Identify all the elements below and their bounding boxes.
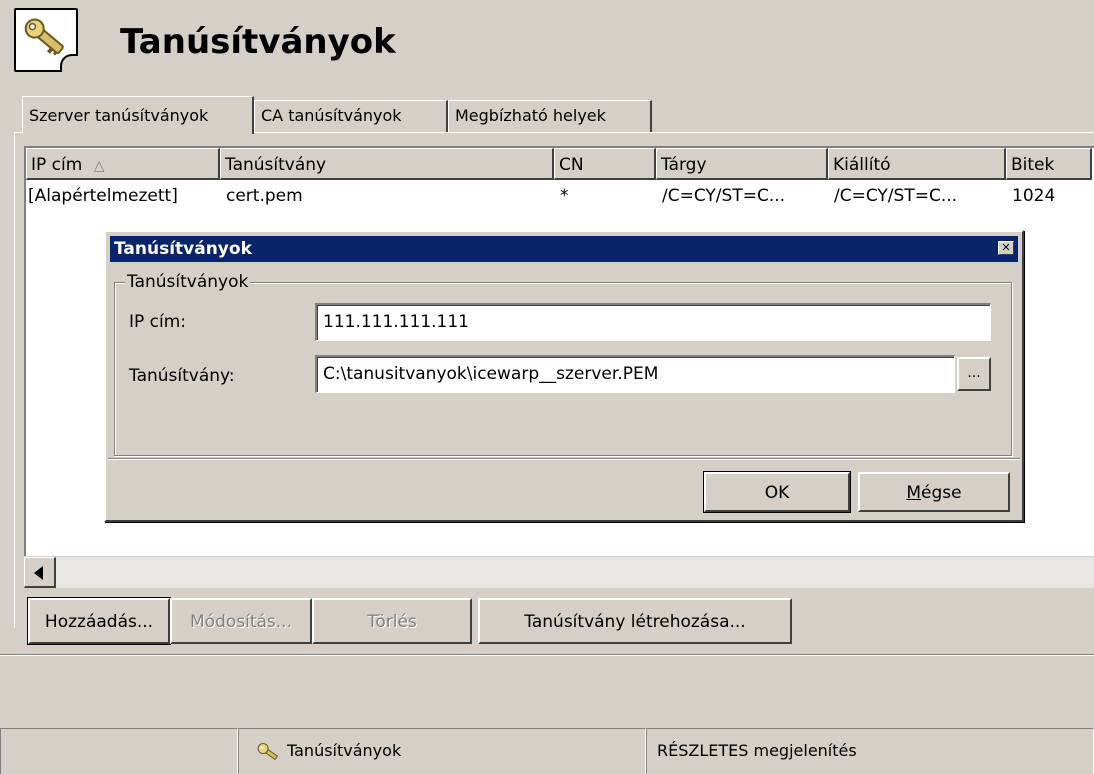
page-title: Tanúsítványok [120,22,396,62]
cell-subject: /C=CY/ST=C... [662,186,786,206]
header-icon-frame [14,8,78,72]
cell-ip: [Alapértelmezett] [28,186,178,206]
status-pane-section: Tanúsítványok [238,728,646,774]
ip-label: IP cím: [129,312,187,332]
certificate-path-input[interactable]: C:\tanusitvanyok\icewarp__szerver.PEM [315,355,955,393]
close-icon[interactable]: ✕ [998,241,1014,255]
separator [0,654,1094,656]
column-header-issuer[interactable]: Kiállító [828,148,1006,180]
browse-button[interactable]: ... [957,357,991,391]
column-title: Tárgy [661,155,707,175]
column-header-ip[interactable]: IP cím △ [26,148,220,180]
tab-label: Megbízható helyek [455,106,606,125]
column-title: Bitek [1011,155,1055,175]
certificate-dialog: Tanúsítványok ✕ Tanúsítványok IP cím: 11… [104,230,1024,522]
tab-server-certificates[interactable]: Szerver tanúsítványok [22,96,254,134]
dialog-titlebar[interactable]: Tanúsítványok ✕ [110,236,1018,262]
dialog-title: Tanúsítványok [114,239,252,259]
tab-trusted-locations[interactable]: Megbízható helyek [448,100,652,132]
cancel-button[interactable]: Mégse [858,472,1010,512]
cell-cn: * [560,186,569,206]
column-header-certificate[interactable]: Tanúsítvány [220,148,554,180]
create-certificate-button[interactable]: Tanúsítvány létrehozása... [478,598,792,644]
certificate-label: Tanúsítvány: [129,366,235,386]
column-header-subject[interactable]: Tárgy [656,148,828,180]
column-header-bits[interactable]: Bitek [1006,148,1092,180]
cancel-label: égse [921,483,962,503]
status-pane-empty [0,728,238,774]
sort-ascending-icon: △ [93,158,105,174]
column-title: IP cím [31,155,83,175]
delete-button[interactable]: Törlés [312,598,472,644]
ok-button[interactable]: OK [703,471,851,513]
ip-input[interactable]: 111.111.111.111 [315,303,991,341]
status-pane-view-mode: RÉSZLETES megjelenítés [646,728,1094,774]
group-caption: Tanúsítványok [125,271,251,293]
tab-label: Szerver tanúsítványok [29,106,209,125]
status-section-label: Tanúsítványok [287,741,402,760]
certificate-key-icon [257,742,279,760]
horizontal-scrollbar[interactable] [24,556,1094,588]
column-title: Kiállító [833,155,891,175]
column-header-cn[interactable]: CN [554,148,656,180]
edit-button[interactable]: Módosítás... [170,598,312,644]
cancel-accelerator: M [906,483,922,503]
table-row[interactable]: [Alapértelmezett] cert.pem * /C=CY/ST=C.… [26,182,1092,210]
cell-issuer: /C=CY/ST=C... [834,186,958,206]
column-title: Tanúsítvány [225,155,327,175]
column-title: CN [559,155,584,175]
dialog-separator [108,458,1020,460]
scroll-left-arrow-icon[interactable] [24,557,56,588]
certificate-key-icon [24,18,64,56]
tab-ca-certificates[interactable]: CA tanúsítványok [254,100,448,132]
cell-certificate: cert.pem [226,186,303,206]
add-button[interactable]: Hozzáadás... [27,597,171,645]
cell-bits: 1024 [1012,186,1056,206]
certificate-groupbox: Tanúsítványok IP cím: 111.111.111.111 Ta… [114,271,1012,456]
tab-label: CA tanúsítványok [261,106,402,125]
